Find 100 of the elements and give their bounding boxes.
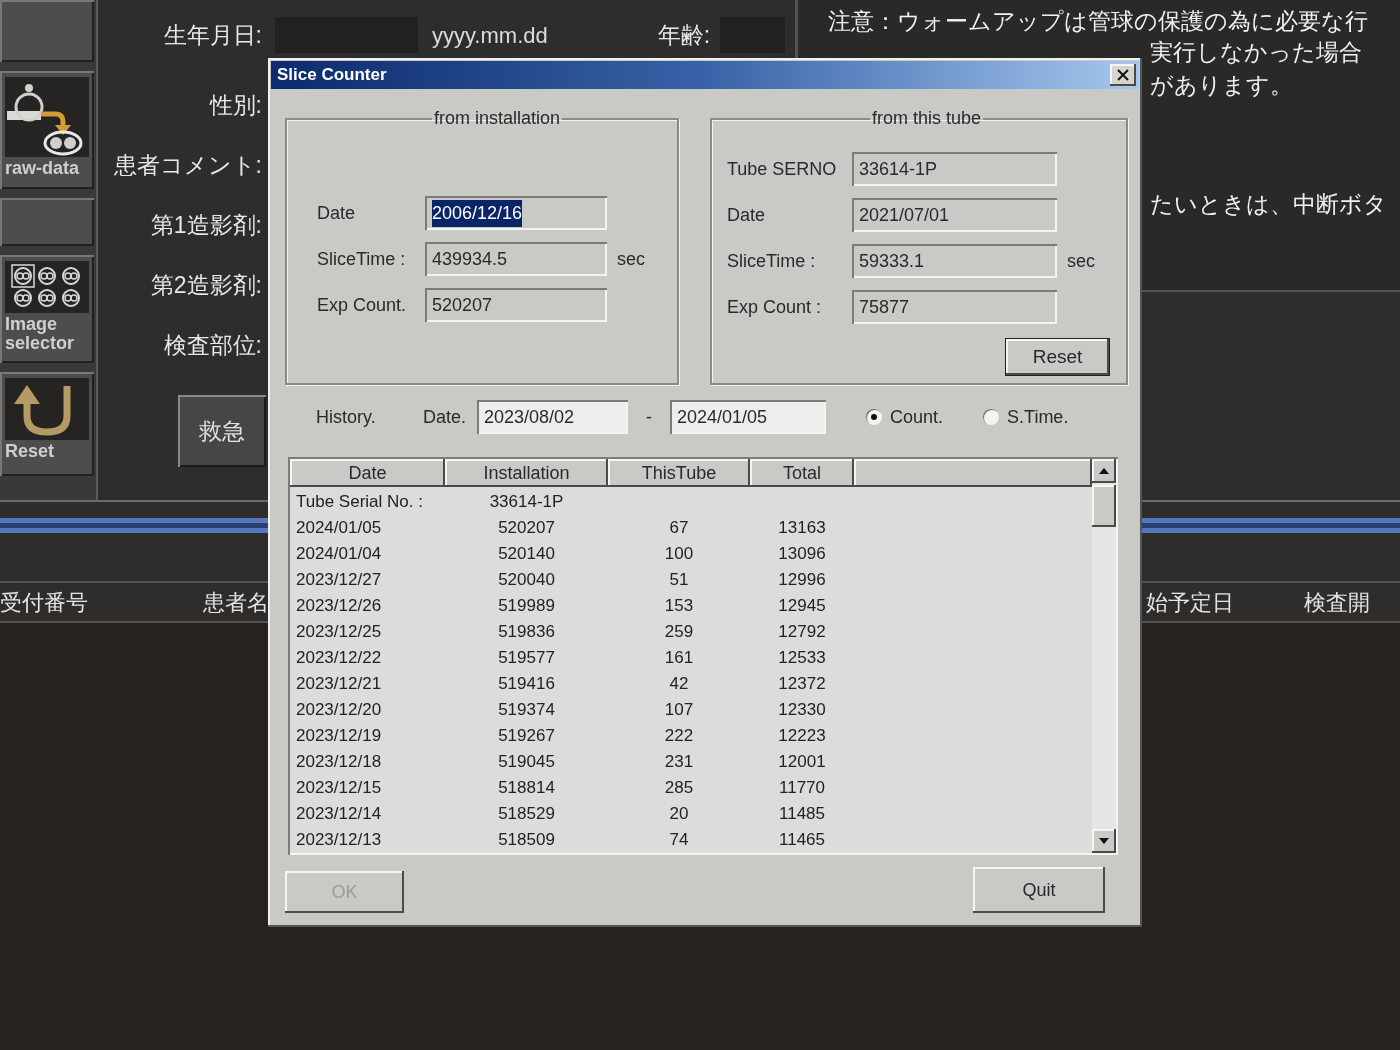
unit-label: sec	[617, 247, 645, 271]
table-cell-text: 13163	[777, 517, 827, 540]
column-header: Installation	[445, 459, 608, 487]
field-label: 生年月日:	[163, 21, 262, 48]
table-cell-text: 519836	[497, 621, 556, 644]
notice-text: 注意：ウォームアップは管球の保護の為に必要な行	[828, 8, 1368, 34]
scroll-down-button[interactable]	[1092, 829, 1116, 853]
table-cell-text: 520207	[497, 517, 556, 540]
column-header: ThisTube	[608, 459, 750, 487]
reset-button[interactable]: Reset	[1005, 338, 1110, 376]
table-cell-text: 11770	[778, 777, 826, 800]
field-label: 第2造影剤:	[150, 271, 262, 298]
table-cell-text: 153	[663, 595, 695, 618]
input-field[interactable]: 59333.1	[852, 244, 1057, 278]
table-cell-text: 11485	[778, 803, 826, 826]
table-cell-text: 518509	[497, 829, 556, 852]
radio-option[interactable]: Count.	[866, 403, 944, 431]
input-field[interactable]: 2023/08/02	[477, 400, 628, 434]
table-cell-text: 13096	[777, 543, 827, 566]
table-cell-text: 161	[663, 647, 695, 670]
table-cell-text: Tube Serial No. :	[295, 491, 424, 514]
table-cell-text: 2023/12/18	[295, 751, 383, 774]
field-label: SliceTime :	[727, 250, 816, 271]
table-cell-text: 12330	[777, 699, 827, 722]
table-cell-text: 2023/12/25	[295, 621, 383, 644]
scrollbar-thumb[interactable]	[1092, 485, 1116, 527]
table-cell-text: 2023/12/13	[295, 829, 383, 852]
column-header: 始予定日	[1146, 588, 1234, 617]
notice-text: 実行しなかった場合	[1150, 38, 1362, 68]
table-cell-text: 2023/12/15	[295, 777, 383, 800]
input-field[interactable]: 33614-1P	[852, 152, 1057, 186]
radio-option[interactable]: S.Time.	[983, 403, 1069, 431]
table-cell-text: 12001	[777, 751, 827, 774]
sidebar-button[interactable]: Reset	[0, 372, 94, 476]
table-cell-text: 42	[668, 673, 690, 696]
table-cell-text: 519267	[497, 725, 556, 748]
table-cell-text: 520040	[497, 569, 556, 592]
table-cell-text: 20	[668, 803, 690, 826]
column-header: Total	[750, 459, 854, 487]
table-cell-text: 2023/12/27	[295, 569, 383, 592]
input-field[interactable]: 520207	[425, 288, 607, 322]
table-cell-text: 12533	[777, 647, 827, 670]
field-label: Exp Count.	[317, 294, 407, 315]
table-cell-text: 11465	[778, 829, 826, 852]
table-cell-text: 12372	[777, 673, 827, 696]
range-separator: -	[646, 405, 652, 429]
table-cell-text: 231	[663, 751, 695, 774]
input-field[interactable]: 439934.5	[425, 242, 607, 276]
table-cell-text: 2023/12/22	[295, 647, 383, 670]
group-title: from installation	[432, 107, 562, 130]
input-field[interactable]: 2006/12/16	[425, 196, 607, 230]
table-cell-text: 12223	[777, 725, 827, 748]
field-label: 検査部位:	[163, 331, 262, 358]
table-cell-text: 520140	[497, 543, 556, 566]
field-label: 性別:	[209, 91, 262, 118]
column-header: Date	[290, 459, 445, 487]
quit-button[interactable]: Quit	[973, 867, 1105, 913]
table-cell-text: 74	[668, 829, 690, 852]
table-cell-text: 2023/12/19	[295, 725, 383, 748]
sidebar-button[interactable]	[0, 0, 94, 62]
date-format-hint: yyyy.mm.dd	[432, 21, 548, 50]
field-label: SliceTime :	[317, 248, 406, 269]
close-button[interactable]	[1110, 64, 1136, 86]
table-cell-text: 2023/12/21	[295, 673, 383, 696]
history-label: History.	[316, 406, 376, 427]
table-cell-text: 2023/12/14	[295, 803, 383, 826]
column-header: 検査開	[1304, 588, 1370, 617]
window-title: Slice Counter	[277, 64, 387, 87]
scroll-up-button[interactable]	[1092, 459, 1116, 483]
sidebar-button[interactable]: Image selector	[0, 255, 94, 363]
table-cell-text: 518814	[497, 777, 556, 800]
field-label: Exp Count :	[727, 296, 822, 317]
input-field[interactable]: 75877	[852, 290, 1057, 324]
close-icon	[1117, 69, 1129, 81]
group-title: from this tube	[870, 107, 982, 130]
emergency-button[interactable]: 救急	[178, 395, 266, 467]
table-cell-text: 67	[668, 517, 690, 540]
field-label: Date	[727, 204, 766, 225]
input-field[interactable]: 2024/01/05	[670, 400, 826, 434]
caret-down-icon	[1099, 838, 1109, 844]
input-field[interactable]: 2021/07/01	[852, 198, 1057, 232]
sidebar-button[interactable]	[0, 198, 94, 246]
table-cell-text: 519989	[497, 595, 556, 618]
field-label: 第1造影剤:	[150, 211, 262, 238]
table-cell-text: 2024/01/05	[295, 517, 383, 540]
notice-text: があります。	[1150, 71, 1293, 101]
table-cell-text: 12996	[777, 569, 827, 592]
column-header: 患者名	[203, 588, 269, 617]
table-cell-text: 518529	[497, 803, 556, 826]
field-label: Tube SERNO	[727, 158, 837, 179]
table-cell-text: 33614-1P	[488, 491, 565, 514]
table-cell-text: 51	[668, 569, 690, 592]
column-header: 受付番号	[0, 588, 88, 617]
table-cell-text: 519374	[497, 699, 556, 722]
table-cell-text: 285	[663, 777, 695, 800]
table-cell-text: 2023/12/20	[295, 699, 383, 722]
table-cell-text: 107	[663, 699, 695, 722]
sidebar-button[interactable]: raw-data	[0, 71, 94, 189]
field-label: 患者コメント:	[113, 151, 262, 178]
field-label: Date	[317, 202, 356, 223]
